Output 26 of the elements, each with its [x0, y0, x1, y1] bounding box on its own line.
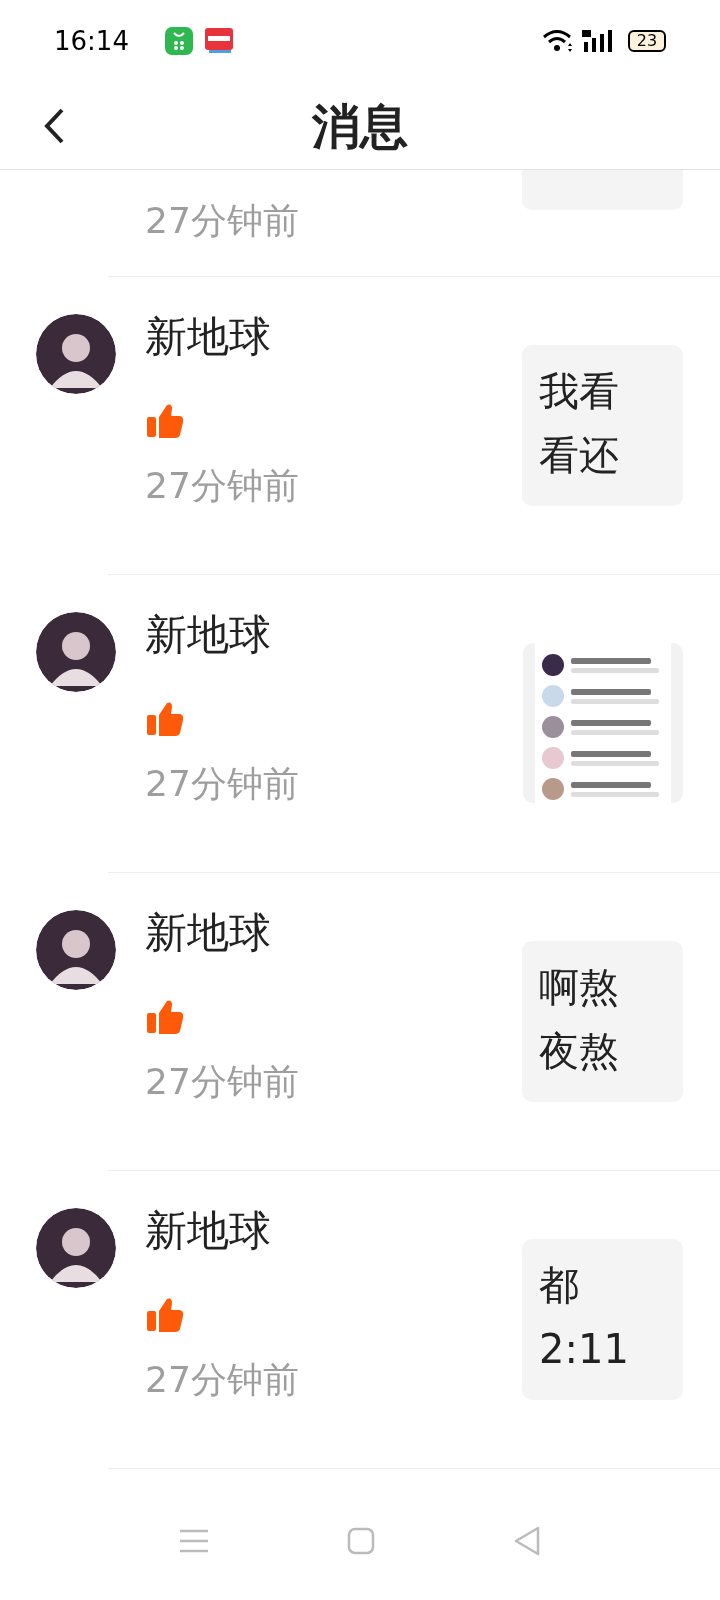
time-label: 27分钟前 — [145, 464, 299, 508]
preview-text: 都 2:11 — [539, 1261, 630, 1374]
user-name[interactable]: 新地球 — [145, 307, 299, 367]
user-name[interactable]: 新地球 — [145, 903, 299, 963]
wifi-icon — [542, 28, 574, 54]
message-preview[interactable]: 啊熬夜熬 — [522, 941, 683, 1102]
status-time: 16:14 — [54, 24, 129, 58]
avatar[interactable] — [36, 612, 116, 692]
app-store-icon — [164, 27, 193, 55]
avatar[interactable] — [36, 314, 116, 394]
message-preview[interactable]: 都 2:11 — [522, 1239, 683, 1400]
avatar[interactable] — [36, 1208, 116, 1288]
preview-text: 我看看还 — [539, 367, 620, 480]
preview-text: 啊熬夜熬 — [539, 963, 620, 1076]
news-app-icon — [204, 28, 233, 54]
battery-level: 23 — [636, 33, 658, 49]
time-label: 27分钟前 — [145, 762, 299, 806]
message-preview[interactable]: 我看看还 — [522, 345, 683, 506]
back-icon — [43, 107, 65, 145]
time-label: 27分钟前 — [145, 1060, 299, 1104]
avatar[interactable] — [36, 910, 116, 990]
time-label: 27分钟前 — [145, 1358, 299, 1402]
user-name[interactable]: 新地球 — [145, 1201, 299, 1261]
page-title: 消息 — [312, 96, 408, 156]
time-label: 27分钟前 — [145, 199, 299, 243]
user-name[interactable]: 新地球 — [145, 605, 299, 665]
